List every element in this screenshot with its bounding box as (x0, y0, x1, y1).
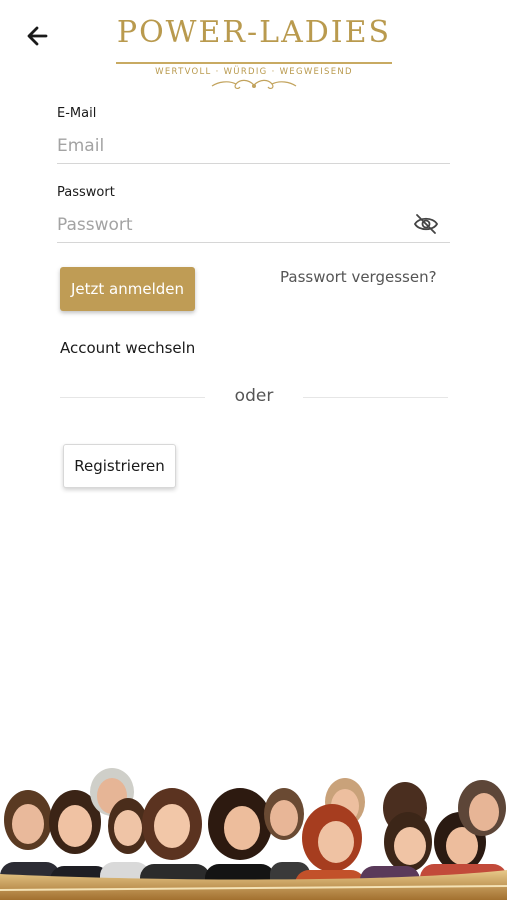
divider-line-left (60, 397, 205, 398)
password-label: Passwort (57, 185, 115, 200)
email-field[interactable] (57, 128, 450, 164)
forgot-password-link[interactable]: Passwort vergessen? (280, 268, 437, 286)
divider-label: oder (234, 386, 274, 406)
switch-account-link[interactable]: Account wechseln (60, 339, 195, 357)
logo-title: POWER-LADIES (116, 15, 392, 50)
brand-logo: POWER-LADIES WERTVOLL · WÜRDIG · WEGWEIS… (116, 14, 392, 90)
password-toggle-button[interactable] (413, 212, 439, 236)
group-photo (0, 762, 507, 900)
back-button[interactable] (24, 22, 52, 50)
logo-tagline: WERTVOLL · WÜRDIG · WEGWEISEND (155, 67, 353, 77)
email-label: E-Mail (57, 106, 97, 121)
login-button[interactable]: Jetzt anmelden (60, 267, 195, 311)
register-button[interactable]: Registrieren (63, 444, 176, 488)
password-field[interactable] (57, 207, 450, 243)
eye-off-icon (413, 214, 439, 234)
arrow-left-icon (27, 26, 48, 46)
ornament-icon (211, 79, 297, 90)
logo-rule (116, 62, 392, 64)
divider-line-right (303, 397, 448, 398)
